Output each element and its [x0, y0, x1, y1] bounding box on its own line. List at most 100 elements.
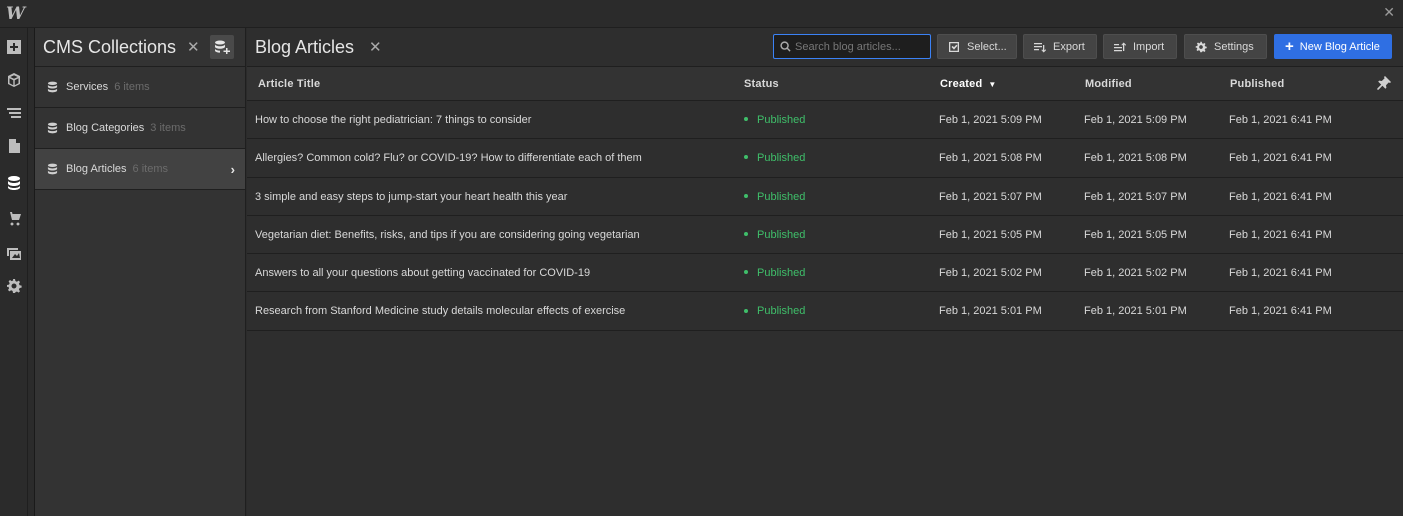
collection-count: 6 items [132, 163, 168, 175]
table-row[interactable]: Research from Stanford Medicine study de… [247, 292, 1403, 331]
status-dot-icon [744, 193, 748, 198]
table-row[interactable]: Answers to all your questions about gett… [247, 254, 1403, 293]
created-cell: Feb 1, 2021 5:02 PM [939, 267, 1042, 280]
modified-cell: Feb 1, 2021 5:08 PM [1084, 152, 1187, 165]
rail-divider [28, 28, 35, 516]
status-cell: Published [744, 191, 805, 203]
collections-list: Services 6 items Blog Categories 3 items… [35, 67, 245, 190]
status-label: Published [757, 305, 806, 318]
published-cell: Feb 1, 2021 6:41 PM [1229, 228, 1332, 241]
column-header-published[interactable]: Published [1230, 78, 1284, 90]
status-dot-icon [744, 231, 748, 236]
new-blog-article-button[interactable]: + New Blog Article [1274, 34, 1392, 59]
close-collections-button[interactable]: ✕ [187, 38, 200, 56]
collection-item-blog-articles[interactable]: Blog Articles 6 items › [35, 149, 245, 190]
created-cell: Feb 1, 2021 5:05 PM [939, 228, 1042, 241]
status-cell: Published [744, 229, 805, 241]
created-cell: Feb 1, 2021 5:01 PM [939, 305, 1042, 318]
status-label: Published [757, 190, 806, 203]
modified-cell: Feb 1, 2021 5:02 PM [1084, 267, 1187, 280]
table-row[interactable]: Allergies? Common cold? Flu? or COVID-19… [247, 139, 1403, 178]
import-icon [1114, 42, 1126, 51]
import-label: Import [1133, 40, 1165, 53]
database-icon [47, 163, 58, 175]
article-title-cell: How to choose the right pediatrician: 7 … [255, 114, 532, 126]
created-cell: Feb 1, 2021 5:08 PM [939, 152, 1042, 165]
top-bar: W ✕ [0, 0, 1403, 28]
left-toolbar [0, 28, 28, 516]
status-dot-icon [744, 117, 748, 122]
article-title-cell: Allergies? Common cold? Flu? or COVID-19… [255, 152, 642, 165]
search-input[interactable] [795, 40, 925, 53]
ecommerce-cart-icon[interactable] [4, 208, 24, 228]
pages-icon[interactable] [4, 136, 24, 156]
collection-count: 3 items [150, 122, 186, 134]
plus-icon: + [1285, 38, 1294, 55]
column-header-created[interactable]: Created ▼ [940, 78, 997, 90]
collections-header: CMS Collections ✕ [35, 28, 245, 67]
modified-cell: Feb 1, 2021 5:05 PM [1084, 228, 1187, 241]
new-article-label: New Blog Article [1299, 40, 1380, 53]
export-icon [1034, 42, 1046, 52]
collection-item-blog-categories[interactable]: Blog Categories 3 items [35, 108, 245, 149]
collection-name: Blog Articles [66, 163, 127, 175]
select-button[interactable]: Select... [937, 34, 1017, 59]
status-label: Published [757, 152, 806, 165]
checkbox-icon [949, 41, 959, 52]
search-icon [780, 41, 791, 52]
cube-icon[interactable] [4, 70, 24, 90]
settings-button[interactable]: Settings [1184, 34, 1267, 59]
database-icon [47, 81, 58, 93]
export-button[interactable]: Export [1023, 34, 1097, 59]
export-label: Export [1053, 40, 1085, 53]
pin-icon[interactable] [1377, 76, 1391, 90]
table-header: Article Title Status Created ▼ Modified P… [247, 67, 1403, 101]
modified-cell: Feb 1, 2021 5:01 PM [1084, 305, 1187, 318]
published-cell: Feb 1, 2021 6:41 PM [1229, 190, 1332, 203]
close-editor-button[interactable]: ✕ [1383, 4, 1395, 21]
created-cell: Feb 1, 2021 5:07 PM [939, 190, 1042, 203]
settings-label: Settings [1214, 40, 1254, 53]
collection-item-services[interactable]: Services 6 items [35, 67, 245, 108]
status-label: Published [757, 267, 806, 280]
table-row[interactable]: 3 simple and easy steps to jump-start yo… [247, 178, 1403, 216]
published-cell: Feb 1, 2021 6:41 PM [1229, 267, 1332, 280]
search-box[interactable] [773, 34, 931, 59]
collection-name: Blog Categories [66, 122, 145, 134]
table-row[interactable]: Vegetarian diet: Benefits, risks, and ti… [247, 216, 1403, 255]
status-dot-icon [744, 308, 748, 313]
column-header-status[interactable]: Status [744, 78, 779, 90]
status-dot-icon [744, 270, 748, 275]
status-cell: Published [744, 114, 805, 126]
collection-items-panel: Blog Articles ✕ Select... Export Import … [247, 28, 1403, 516]
articles-table: Article Title Status Created ▼ Modified P… [247, 67, 1403, 331]
status-dot-icon [744, 155, 748, 160]
add-database-icon [215, 40, 230, 54]
table-body: How to choose the right pediatrician: 7 … [247, 101, 1403, 331]
settings-gear-icon[interactable] [4, 276, 24, 296]
modified-cell: Feb 1, 2021 5:09 PM [1084, 114, 1187, 126]
status-cell: Published [744, 152, 805, 164]
table-row[interactable]: How to choose the right pediatrician: 7 … [247, 101, 1403, 140]
column-header-modified[interactable]: Modified [1085, 78, 1132, 90]
modified-cell: Feb 1, 2021 5:07 PM [1084, 190, 1187, 203]
status-label: Published [757, 114, 806, 126]
import-button[interactable]: Import [1103, 34, 1177, 59]
close-collection-button[interactable]: ✕ [369, 38, 382, 56]
status-cell: Published [744, 267, 805, 279]
navigator-icon[interactable] [4, 103, 24, 123]
add-panel-icon[interactable] [4, 37, 24, 57]
chevron-right-icon: › [230, 162, 235, 177]
add-collection-button[interactable] [210, 35, 234, 59]
cms-database-icon[interactable] [0, 168, 28, 198]
assets-icon[interactable] [4, 243, 24, 263]
article-title-cell: Vegetarian diet: Benefits, risks, and ti… [255, 228, 640, 241]
column-header-article-title[interactable]: Article Title [258, 78, 320, 90]
select-label: Select... [967, 40, 1007, 53]
status-cell: Published [744, 305, 805, 317]
database-icon [47, 122, 58, 134]
article-title-cell: 3 simple and easy steps to jump-start yo… [255, 190, 568, 203]
webflow-logo[interactable]: W [6, 4, 25, 24]
article-title-cell: Answers to all your questions about gett… [255, 267, 591, 280]
collections-title: CMS Collections [43, 37, 177, 57]
